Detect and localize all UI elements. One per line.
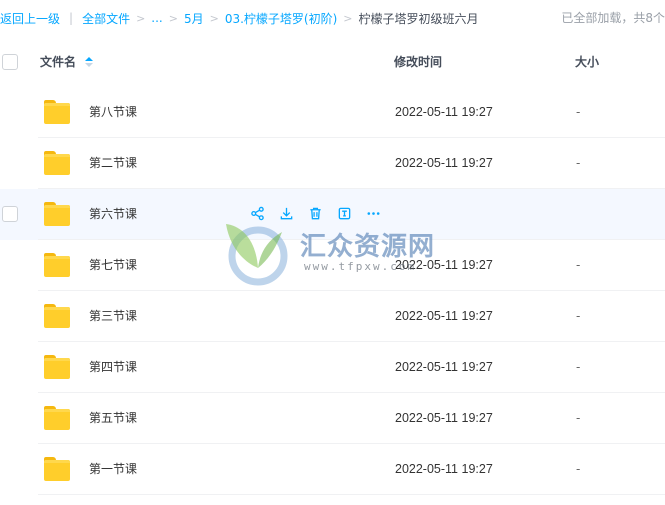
folder-icon (44, 100, 70, 124)
file-name[interactable]: 第六节课 (89, 189, 137, 240)
table-row[interactable]: 第五节课 2022-05-11 19:27 - (0, 393, 665, 444)
back-link[interactable]: 返回上一级 (0, 10, 60, 27)
file-list: 第八节课 2022-05-11 19:27 - 第二节课 2022-05-11 … (0, 87, 665, 495)
table-row[interactable]: 第三节课 2022-05-11 19:27 - (0, 291, 665, 342)
rename-icon[interactable] (337, 206, 352, 221)
breadcrumb-item-may[interactable]: 5月 (184, 10, 204, 27)
table-row[interactable]: 第四节课 2022-05-11 19:27 - (0, 342, 665, 393)
folder-icon (44, 457, 70, 481)
file-size: - (576, 309, 581, 323)
breadcrumb: 返回上一级 | 全部文件 > ... > 5月 > 03.柠檬子塔罗(初阶) >… (0, 0, 665, 36)
file-size: - (576, 411, 581, 425)
chevron-right-icon: > (209, 11, 219, 25)
modified-time: 2022-05-11 19:27 (395, 309, 493, 323)
load-status: 已全部加载，共8个 (549, 0, 665, 36)
header-name[interactable]: 文件名 (40, 45, 94, 79)
chevron-right-icon: > (136, 11, 146, 25)
select-all-checkbox[interactable] (2, 54, 18, 70)
delete-icon[interactable] (308, 206, 323, 221)
row-checkbox[interactable] (2, 206, 18, 222)
breadcrumb-current: 柠檬子塔罗初级班六月 (358, 11, 479, 26)
header-name-label: 文件名 (40, 55, 77, 69)
row-actions (250, 206, 381, 221)
modified-time: 2022-05-11 19:27 (395, 411, 493, 425)
chevron-right-icon: > (343, 11, 353, 25)
modified-time: 2022-05-11 19:27 (395, 360, 493, 374)
file-name[interactable]: 第八节课 (89, 87, 137, 138)
file-size: - (576, 360, 581, 374)
table-row-hovered[interactable]: 第六节课 (0, 189, 665, 240)
file-name[interactable]: 第一节课 (89, 444, 137, 495)
folder-icon (44, 406, 70, 430)
download-icon[interactable] (279, 206, 294, 221)
modified-time: 2022-05-11 19:27 (395, 105, 493, 119)
file-size: - (576, 462, 581, 476)
modified-time: 2022-05-11 19:27 (395, 156, 493, 170)
breadcrumb-item-ellipsis[interactable]: ... (151, 11, 162, 25)
header-time[interactable]: 修改时间 (394, 45, 442, 79)
chevron-right-icon: > (168, 11, 178, 25)
breadcrumb-item-all-files[interactable]: 全部文件 (82, 10, 130, 27)
table-row[interactable]: 第二节课 2022-05-11 19:27 - (0, 138, 665, 189)
folder-icon (44, 304, 70, 328)
more-icon[interactable] (366, 206, 381, 221)
breadcrumb-item-course[interactable]: 03.柠檬子塔罗(初阶) (225, 10, 337, 27)
table-row[interactable]: 第一节课 2022-05-11 19:27 - (0, 444, 665, 495)
folder-icon (44, 151, 70, 175)
modified-time: 2022-05-11 19:27 (395, 462, 493, 476)
header-size[interactable]: 大小 (575, 45, 599, 79)
file-name[interactable]: 第四节课 (89, 342, 137, 393)
file-name[interactable]: 第二节课 (89, 138, 137, 189)
file-size: - (576, 105, 581, 119)
sort-icon[interactable] (85, 57, 94, 67)
file-name[interactable]: 第三节课 (89, 291, 137, 342)
share-icon[interactable] (250, 206, 265, 221)
file-size: - (576, 258, 581, 272)
breadcrumb-divider: | (69, 11, 74, 25)
file-name[interactable]: 第七节课 (89, 240, 137, 291)
folder-icon (44, 253, 70, 277)
file-size: - (576, 156, 581, 170)
table-header: 文件名 修改时间 大小 (0, 45, 665, 79)
table-row[interactable]: 第八节课 2022-05-11 19:27 - (0, 87, 665, 138)
file-name[interactable]: 第五节课 (89, 393, 137, 444)
table-row[interactable]: 第七节课 2022-05-11 19:27 - (0, 240, 665, 291)
folder-icon (44, 355, 70, 379)
folder-icon (44, 202, 70, 226)
modified-time: 2022-05-11 19:27 (395, 258, 493, 272)
